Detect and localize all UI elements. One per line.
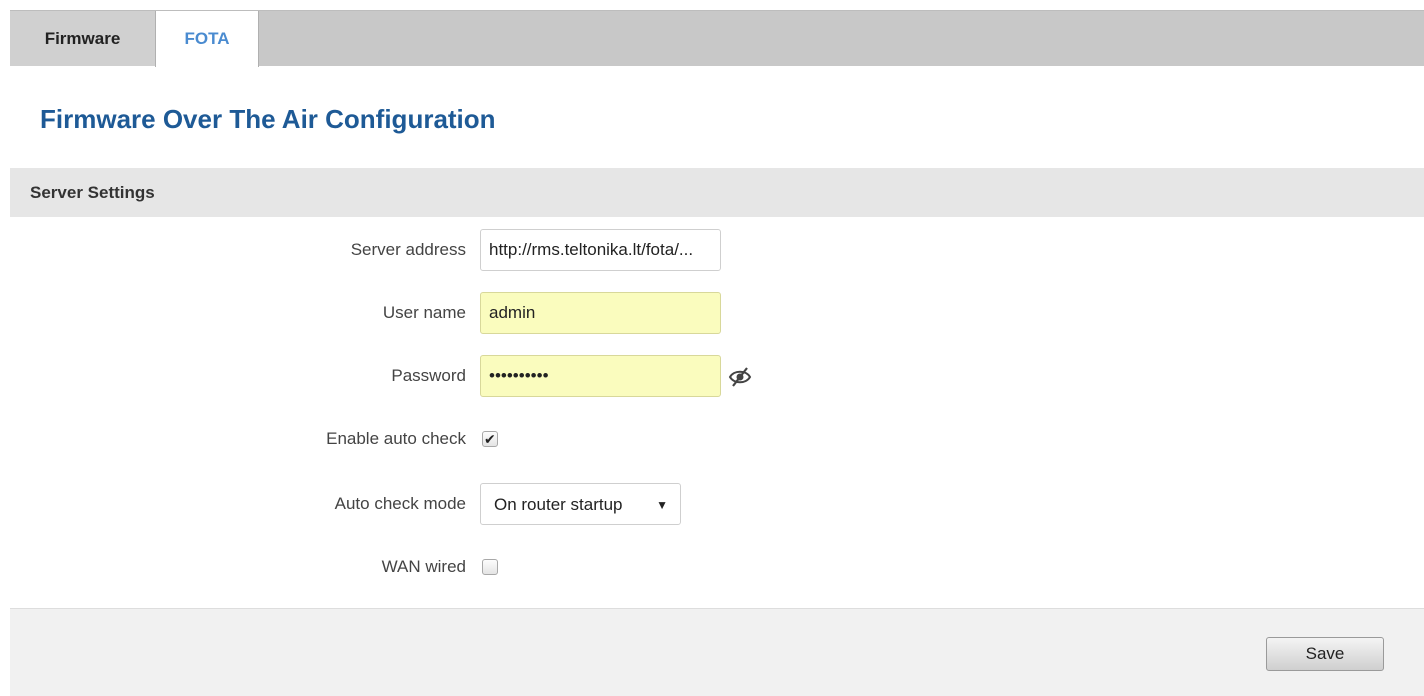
enable-auto-check-checkbox[interactable]: ✔ (482, 431, 498, 447)
auto-check-mode-label: Auto check mode (334, 494, 466, 513)
auto-check-mode-select[interactable]: On router startup ▼ (480, 483, 681, 525)
tab-firmware[interactable]: Firmware (10, 11, 155, 66)
password-label: Password (391, 366, 466, 385)
user-name-row: User name (0, 292, 900, 334)
section-header-server-settings: Server Settings (10, 168, 1424, 217)
server-address-input[interactable] (480, 229, 721, 271)
password-row: Password (0, 355, 900, 397)
save-button[interactable]: Save (1266, 637, 1384, 671)
tab-bar: Firmware FOTA (10, 10, 1424, 67)
enable-auto-check-row: Enable auto check ✔ (0, 418, 900, 460)
password-input[interactable] (480, 355, 721, 397)
checkmark-icon: ✔ (484, 431, 496, 447)
page-title: Firmware Over The Air Configuration (40, 104, 496, 134)
user-name-label: User name (382, 303, 466, 322)
server-address-label: Server address (350, 240, 466, 259)
wan-wired-row: WAN wired (0, 546, 900, 588)
footer-bar: Save (10, 608, 1424, 696)
tab-fota[interactable]: FOTA (155, 11, 259, 67)
server-address-row: Server address (0, 229, 900, 271)
eye-slash-icon[interactable] (728, 366, 752, 388)
user-name-input[interactable] (480, 292, 721, 334)
wan-wired-label: WAN wired (381, 557, 466, 576)
wan-wired-checkbox[interactable] (482, 559, 498, 575)
auto-check-mode-row: Auto check mode On router startup ▼ (0, 483, 900, 525)
enable-auto-check-label: Enable auto check (326, 429, 466, 448)
dropdown-arrow-icon: ▼ (656, 498, 668, 512)
auto-check-mode-value: On router startup (494, 495, 623, 514)
